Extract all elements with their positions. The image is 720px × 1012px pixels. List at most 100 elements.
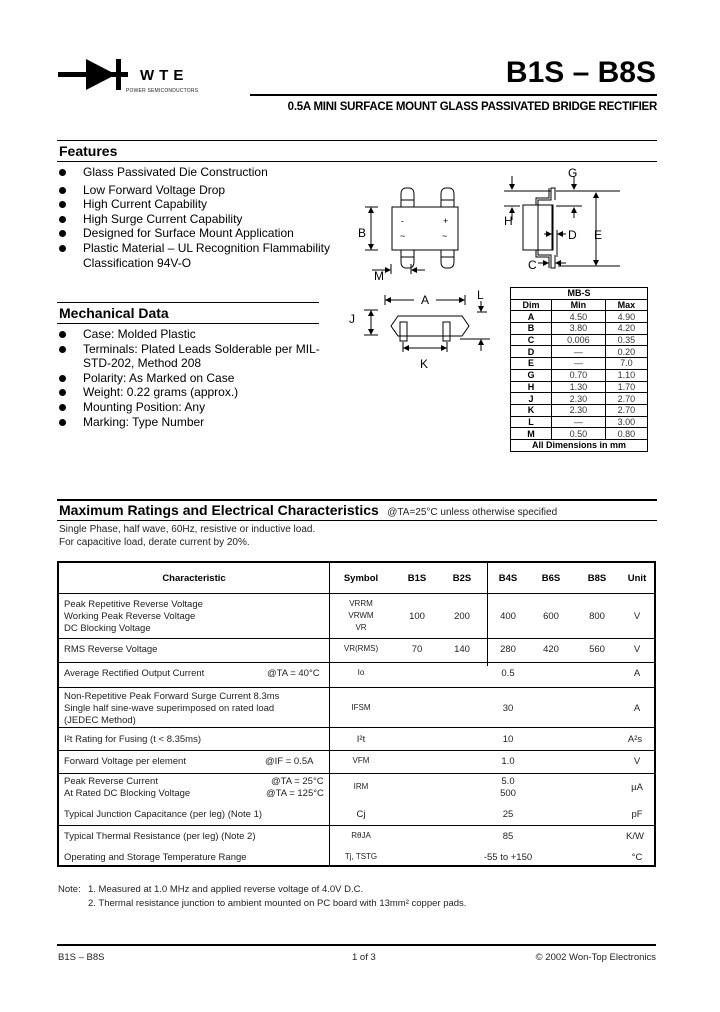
row-divider — [59, 750, 654, 751]
ratings-top-rule — [57, 499, 657, 501]
char-ifsm-3: (JEDEC Method) — [64, 715, 136, 726]
product-subtitle: 0.5A MINI SURFACE MOUNT GLASS PASSIVATED… — [287, 101, 658, 113]
ratings-title: Maximum Ratings and Electrical Character… — [59, 502, 379, 518]
dim-code: L — [509, 415, 553, 429]
sym-vrwm: VRWM — [348, 611, 374, 620]
cond-irm-2: @TA = 125°C — [266, 788, 324, 799]
temp-unit: °C — [631, 852, 643, 863]
ratings-note-1: Single Phase, half wave, 60Hz, resistive… — [59, 524, 316, 535]
mechanical-title: Mechanical Data — [59, 305, 169, 321]
cond-irm-1: @TA = 25°C — [271, 776, 324, 787]
cond-vfm: @IF = 0.5A — [265, 756, 314, 767]
dim-max: 4.20 — [604, 322, 649, 335]
part-number-title: B1S – B8S — [505, 56, 656, 89]
dim-max: 7.0 — [604, 357, 649, 370]
row-divider — [59, 662, 654, 663]
dim-code: E — [509, 357, 553, 370]
dim-label-h: H — [504, 214, 513, 228]
dim-max: 0.35 — [604, 333, 649, 347]
electrical-characteristics-table: Characteristic Symbol B1S B2S B4S B6S B8… — [57, 561, 656, 867]
col-divider — [329, 563, 330, 865]
row-divider — [59, 687, 654, 688]
char-i2t: I²t Rating for Fusing (t < 8.35ms) — [64, 734, 202, 745]
i2t-unit: A²s — [627, 734, 643, 745]
vrms-b1s: 70 — [411, 644, 423, 655]
feature-item: Glass Passivated Die Construction — [57, 165, 342, 180]
sym-irm: IRM — [353, 782, 369, 791]
mechanical-item: Terminals: Plated Leads Solderable per M… — [57, 342, 327, 371]
vrrm-b2s: 200 — [454, 611, 470, 622]
header-b8s: B8S — [587, 573, 607, 584]
dimension-row: C 0.006 0.35 — [509, 333, 649, 347]
sym-vfm: VFM — [352, 756, 370, 765]
vrms-b2s: 140 — [454, 644, 470, 655]
char-vr: DC Blocking Voltage — [64, 623, 151, 634]
title-divider — [250, 94, 657, 96]
vfm-unit: V — [633, 756, 641, 767]
feature-item: Designed for Surface Mount Application — [57, 226, 342, 241]
dimension-row: H 1.30 1.70 — [509, 380, 649, 394]
note-item: 2. Thermal resistance junction to ambien… — [88, 898, 467, 909]
dim-label-c: C — [528, 258, 537, 272]
char-io: Average Rectified Output Current — [64, 668, 205, 679]
char-temp: Operating and Storage Temperature Range — [64, 852, 247, 863]
mechanical-item: Polarity: As Marked on Case — [57, 371, 327, 386]
dimension-row: D —0.20 — [509, 345, 649, 359]
vrrm-b8s: 800 — [589, 611, 605, 622]
ratings-bottom-rule — [57, 520, 657, 521]
char-ifsm-1: Non-Repetitive Peak Forward Surge Curren… — [64, 691, 280, 702]
dimension-row: B 3.80 4.20 — [509, 322, 649, 335]
dim-max: 0.80 — [604, 427, 649, 440]
dimension-row: L —3.00 — [509, 415, 649, 429]
brand-tagline: POWER SEMICONDUCTORS — [126, 88, 199, 94]
rth-unit: K/W — [626, 831, 644, 842]
sym-temp: Tj, TSTG — [344, 852, 378, 861]
notes: Note: 1. Measured at 1.0 MHz and applied… — [58, 883, 466, 911]
header-characteristic: Characteristic — [162, 573, 226, 584]
features-list: Glass Passivated Die Construction Low Fo… — [57, 165, 342, 270]
features-title: Features — [59, 143, 118, 159]
cj-value: 25 — [502, 809, 514, 820]
max-header: Max — [604, 298, 649, 312]
mechanical-item: Mounting Position: Any — [57, 400, 327, 415]
vrms-b6s: 420 — [543, 644, 559, 655]
pin-ac-label: ~ — [442, 231, 447, 241]
copyright: © 2002 Won-Top Electronics — [535, 952, 656, 963]
notes-label: Note: — [58, 884, 81, 895]
mechanical-bottom-rule — [57, 323, 319, 324]
ifsm-value: 30 — [502, 703, 514, 714]
char-vfm: Forward Voltage per element — [64, 756, 186, 767]
dim-code: C — [509, 333, 553, 347]
irm-value-25c: 5.0 — [501, 776, 515, 787]
dim-code: K — [509, 403, 553, 417]
dim-label-a: A — [421, 293, 429, 307]
vrrm-unit: V — [633, 611, 641, 622]
dim-code: B — [509, 322, 553, 335]
mechanical-item: Weight: 0.22 grams (approx.) — [57, 385, 327, 400]
header-unit: Unit — [627, 573, 647, 584]
dimension-row: A 4.50 4.90 — [509, 310, 649, 324]
note-item: 1. Measured at 1.0 MHz and applied rever… — [88, 884, 364, 895]
dim-max: 2.70 — [604, 403, 649, 417]
cj-unit: pF — [631, 809, 643, 820]
i2t-value: 10 — [502, 734, 514, 745]
ifsm-unit: A — [633, 703, 641, 714]
mechanical-list: Case: Molded Plastic Terminals: Plated L… — [57, 327, 327, 429]
package-name: MB-S — [510, 287, 648, 300]
sym-vrrm: VRRM — [349, 599, 373, 608]
dimension-row: M 0.50 0.80 — [509, 427, 649, 440]
header-b1s: B1S — [407, 573, 427, 584]
dim-code: J — [509, 392, 553, 405]
vrms-b4s: 280 — [500, 644, 516, 655]
char-vrms: RMS Reverse Voltage — [64, 644, 158, 655]
feature-item: High Current Capability — [57, 197, 342, 212]
dimension-table: MB-S Dim Min Max A 4.50 4.90 B 3.80 4.20 C 0.00… — [509, 287, 649, 452]
pin-ac-label: ~ — [400, 231, 405, 241]
dim-label-b: B — [358, 226, 366, 240]
dim-code: H — [509, 380, 553, 394]
side-view-drawing — [504, 176, 620, 269]
dimension-row: J 2.30 2.70 — [509, 392, 649, 405]
dim-label-g: G — [568, 166, 577, 180]
dim-code: A — [509, 310, 553, 324]
dim-label-d: D — [568, 228, 577, 242]
